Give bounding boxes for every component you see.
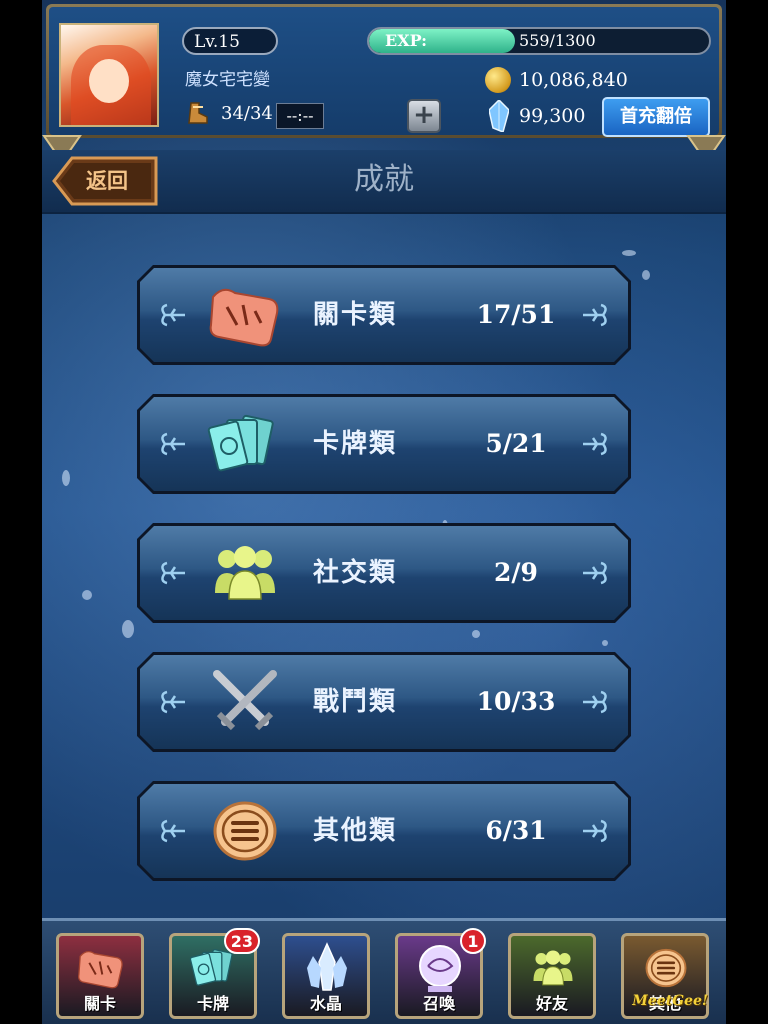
nav-button-4[interactable]: 好友: [508, 933, 596, 1019]
category-name: 其他類: [313, 816, 398, 846]
achievement-category-row[interactable]: 戰鬥類 10/33: [137, 652, 631, 752]
category-name: 關卡類: [313, 300, 398, 330]
stamina-value: 34/34: [221, 103, 273, 124]
sparkle: [62, 470, 70, 486]
game-screen: Lv.15 EXP: 559/1300 魔女宅宅變 34/34 --:-- + …: [42, 0, 726, 1024]
achievement-category-row[interactable]: 社交類 2/9: [137, 523, 631, 623]
flourish-right-icon: [583, 561, 607, 585]
flourish-right-icon: [583, 432, 607, 456]
category-name: 卡牌類: [313, 429, 398, 459]
crystal-icon: [489, 100, 509, 132]
flourish-right-icon: [583, 303, 607, 327]
friends-icon: [527, 942, 579, 994]
flourish-left-icon: [161, 303, 185, 327]
stamina-timer: --:--: [276, 103, 324, 129]
crystal-icon: [301, 942, 353, 994]
category-name: 戰鬥類: [313, 687, 398, 717]
nav-label: 召喚: [422, 994, 455, 1013]
nav-button-1[interactable]: 卡牌 23: [169, 928, 260, 1019]
notification-badge: 1: [460, 928, 486, 954]
sparkle: [642, 270, 650, 280]
nav-label: 卡牌: [196, 994, 229, 1013]
nav-button-3[interactable]: 召喚 1: [395, 928, 486, 1019]
page-title: 成就: [354, 162, 414, 197]
sparkle: [82, 590, 92, 600]
category-progress: 10/33: [476, 687, 556, 716]
title-bar: 返回 成就: [42, 150, 726, 214]
stamina-boots-icon: [188, 102, 208, 124]
menu-circle-icon: [205, 799, 285, 863]
player-avatar[interactable]: [59, 23, 159, 127]
nav-label: 關卡: [83, 994, 116, 1013]
flourish-left-icon: [161, 561, 185, 585]
sparkle: [602, 640, 608, 646]
exp-bar: EXP: 559/1300: [367, 27, 711, 55]
category-progress: 5/21: [485, 429, 547, 458]
scroll-map-icon: [205, 283, 285, 347]
player-status-panel: Lv.15 EXP: 559/1300 魔女宅宅變 34/34 --:-- + …: [46, 4, 722, 138]
nav-button-2[interactable]: 水晶: [282, 933, 370, 1019]
category-name: 社交類: [313, 558, 398, 588]
player-name: 魔女宅宅變: [185, 70, 270, 90]
scroll-map-icon: [75, 942, 127, 994]
sparkle: [472, 630, 480, 638]
flourish-right-icon: [583, 690, 607, 714]
flourish-left-icon: [161, 432, 185, 456]
achievement-category-row[interactable]: 關卡類 17/51: [137, 265, 631, 365]
nav-button-0[interactable]: 關卡: [56, 933, 144, 1019]
sparkle: [122, 620, 134, 638]
friends-icon: [205, 541, 285, 605]
flourish-right-icon: [583, 819, 607, 843]
gold-amount: 10,086,840: [519, 69, 628, 91]
player-level: Lv.15: [182, 27, 278, 55]
crystal-amount: 99,300: [519, 105, 586, 127]
gold-coin-icon: [485, 67, 511, 93]
cards-icon: [205, 412, 285, 476]
add-stamina-button[interactable]: +: [407, 99, 441, 133]
first-topup-double-button[interactable]: 首充翻倍: [602, 97, 710, 137]
category-progress: 17/51: [476, 300, 556, 329]
crossed-swords-icon: [205, 670, 285, 734]
flourish-left-icon: [161, 819, 185, 843]
exp-label: EXP:: [385, 31, 427, 50]
category-progress: 6/31: [485, 816, 547, 845]
achievement-category-row[interactable]: 其他類 6/31: [137, 781, 631, 881]
flourish-left-icon: [161, 690, 185, 714]
achievement-category-row[interactable]: 卡牌類 5/21: [137, 394, 631, 494]
sparkle: [622, 250, 636, 256]
watermark: MeetGee!: [632, 993, 708, 1009]
bottom-navigation: 關卡 卡牌 23 水晶 召喚 1 好友 其他 MeetGee!: [42, 918, 726, 1024]
category-progress: 2/9: [494, 558, 538, 587]
notification-badge: 23: [223, 928, 260, 954]
exp-value: 559/1300: [519, 31, 596, 50]
summon-orb-icon: [414, 942, 466, 994]
nav-label: 水晶: [309, 994, 342, 1013]
nav-label: 好友: [535, 994, 568, 1013]
menu-circle-icon: [640, 942, 692, 994]
